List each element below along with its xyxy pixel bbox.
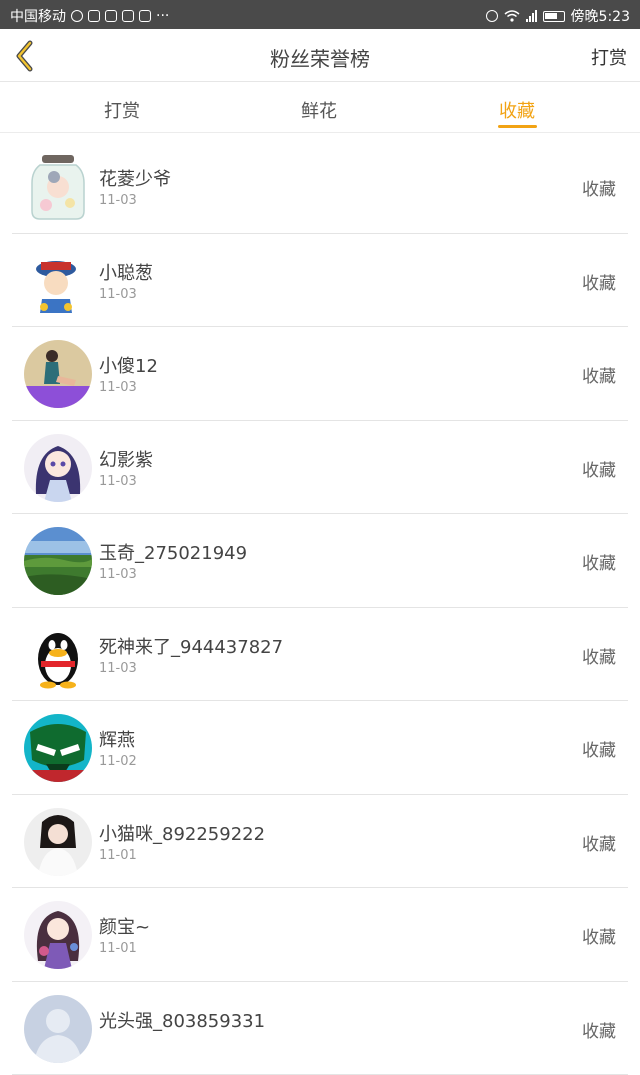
fan-date: 11-01 (99, 941, 137, 956)
status-bar: 中国移动 ··· 傍晚5:23 (0, 0, 640, 29)
fan-action: 收藏 (582, 269, 616, 294)
fan-action: 收藏 (582, 736, 616, 761)
fan-name: 辉燕 (99, 726, 135, 752)
clock: 傍晚5:23 (571, 6, 630, 26)
alarm-icon (486, 10, 498, 22)
avatar (24, 247, 92, 315)
page-title: 粉丝荣誉榜 (0, 43, 640, 72)
avatar (24, 995, 92, 1063)
fan-action: 收藏 (582, 1017, 616, 1042)
fan-name: 玉奇_275021949 (99, 539, 247, 565)
fan-action: 收藏 (582, 549, 616, 574)
fan-name: 死神来了_944437827 (99, 633, 283, 659)
battery-icon (543, 11, 565, 22)
list-item[interactable]: 幻影紫 11-03 收藏 (12, 421, 628, 515)
tab-favorites[interactable]: 收藏 (499, 97, 535, 123)
fan-name: 幻影紫 (99, 446, 153, 472)
list-item[interactable]: 小聪葱 11-03 收藏 (12, 234, 628, 328)
fan-name: 光头强_803859331 (99, 1007, 265, 1033)
fan-date: 11-03 (99, 287, 137, 302)
list-item[interactable]: 光头强_803859331 收藏 (12, 982, 628, 1075)
fan-date: 11-03 (99, 380, 137, 395)
fan-name: 颜宝~ (99, 913, 150, 939)
list-item[interactable]: 颜宝~ 11-01 收藏 (12, 888, 628, 982)
fan-date: 11-03 (99, 661, 137, 676)
carrier-label: 中国移动 (10, 6, 66, 26)
app-icon (139, 10, 151, 22)
app-icon (88, 10, 100, 22)
more-icon: ··· (156, 8, 169, 24)
list-item[interactable]: 死神来了_944437827 11-03 收藏 (12, 608, 628, 702)
weibo-icon (71, 10, 83, 22)
fan-date: 11-03 (99, 567, 137, 582)
tab-flowers[interactable]: 鲜花 (301, 97, 337, 123)
fan-name: 小聪葱 (99, 259, 153, 285)
avatar (24, 434, 92, 502)
list-item[interactable]: 小猫咪_892259222 11-01 收藏 (12, 795, 628, 889)
wechat-icon (105, 10, 117, 22)
active-tab-indicator (498, 125, 537, 128)
avatar (24, 153, 92, 221)
fan-action: 收藏 (582, 643, 616, 668)
fan-name: 小傻12 (99, 352, 158, 378)
fan-name: 花菱少爷 (99, 165, 171, 191)
avatar (24, 901, 92, 969)
nav-bar: 粉丝荣誉榜 打赏 (0, 29, 640, 82)
avatar (24, 808, 92, 876)
list-item[interactable]: 辉燕 11-02 收藏 (12, 701, 628, 795)
list-item[interactable]: 花菱少爷 11-03 收藏 (12, 140, 628, 234)
fan-action: 收藏 (582, 923, 616, 948)
avatar (24, 714, 92, 782)
fan-action: 收藏 (582, 830, 616, 855)
tab-tip[interactable]: 打赏 (104, 97, 140, 123)
fan-date: 11-02 (99, 754, 137, 769)
fan-date: 11-01 (99, 848, 137, 863)
wifi-icon (504, 10, 520, 22)
tab-bar: 打赏 鲜花 收藏 (0, 82, 640, 133)
avatar (24, 621, 92, 689)
avatar (24, 527, 92, 595)
fan-action: 收藏 (582, 362, 616, 387)
app-icon (122, 10, 134, 22)
fan-name: 小猫咪_892259222 (99, 820, 265, 846)
fans-list: 花菱少爷 11-03 收藏 小聪葱 11-03 收藏 小傻12 11-03 收藏 (0, 140, 640, 1075)
list-item[interactable]: 玉奇_275021949 11-03 收藏 (12, 514, 628, 608)
signal-icon (526, 10, 537, 22)
avatar (24, 340, 92, 408)
fan-date: 11-03 (99, 193, 137, 208)
fan-action: 收藏 (582, 175, 616, 200)
tip-button[interactable]: 打赏 (591, 44, 627, 70)
fan-action: 收藏 (582, 456, 616, 481)
list-item[interactable]: 小傻12 11-03 收藏 (12, 327, 628, 421)
fan-date: 11-03 (99, 474, 137, 489)
